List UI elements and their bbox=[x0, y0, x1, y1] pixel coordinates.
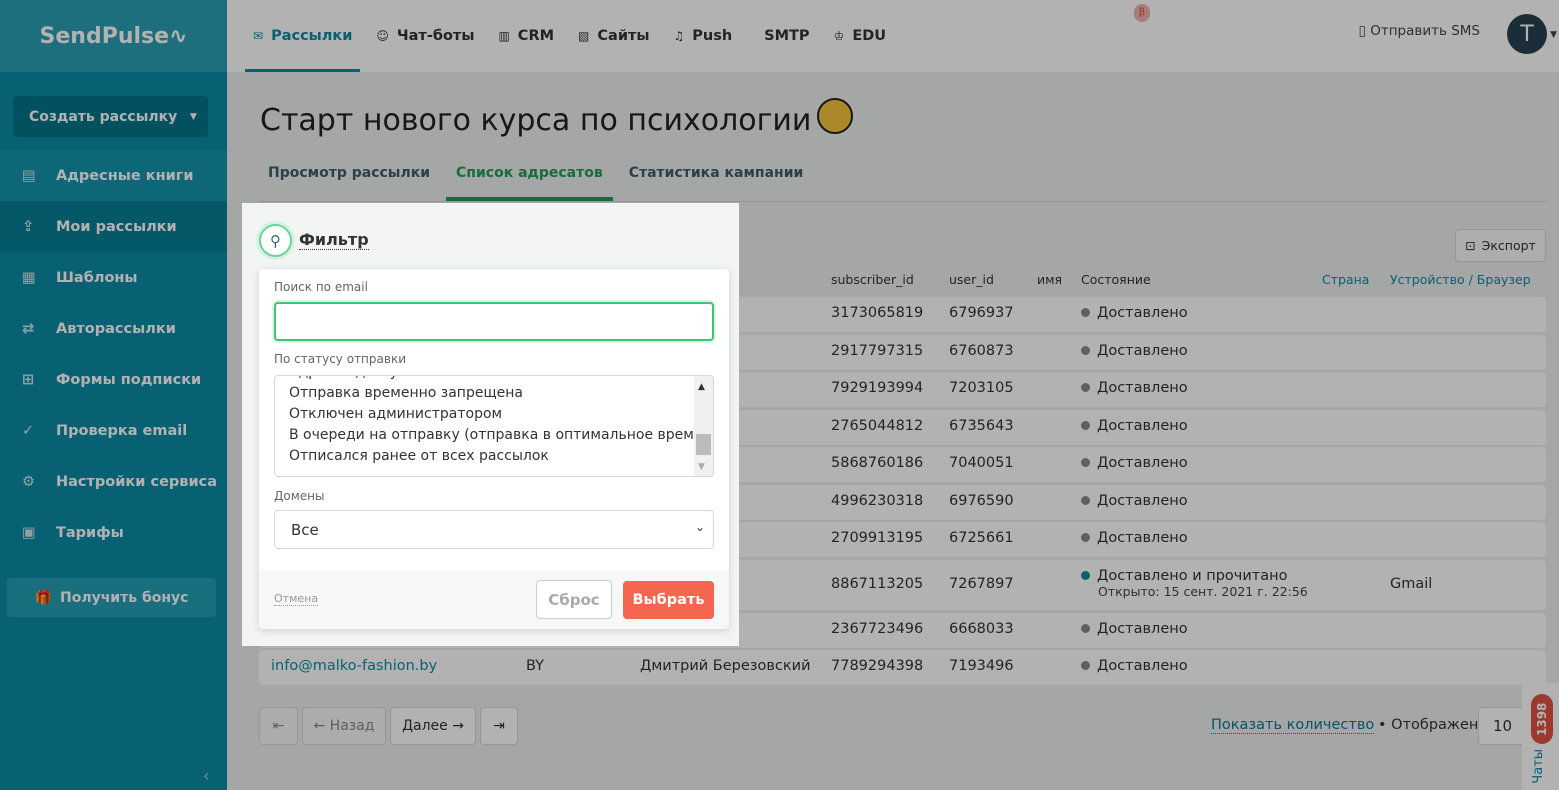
filter-panel: Поиск по email По статусу отправки Адрес… bbox=[259, 269, 729, 629]
modal-overlay[interactable] bbox=[0, 0, 1559, 790]
status-option[interactable]: Отправка временно запрещена bbox=[289, 385, 523, 401]
email-search-label: Поиск по email bbox=[274, 280, 368, 294]
scroll-thumb[interactable] bbox=[696, 434, 711, 455]
domains-label: Домены bbox=[274, 489, 325, 503]
status-option[interactable]: Отписался ранее от всех рассылок bbox=[289, 448, 549, 464]
status-label: По статусу отправки bbox=[274, 352, 406, 366]
status-option[interactable]: Отключен администратором bbox=[289, 406, 502, 422]
status-option[interactable]: Адрес недоступен bbox=[289, 376, 425, 380]
chevron-down-icon: ⌄ bbox=[694, 520, 705, 534]
status-listbox[interactable]: Адрес недоступен Отправка временно запрещ… bbox=[274, 375, 714, 477]
status-option[interactable]: В очереди на отправку (отправка в оптима… bbox=[289, 427, 708, 443]
filter-footer: Отмена Сброс Выбрать bbox=[259, 570, 729, 629]
filter-popup: ⚲ Фильтр Поиск по email По статусу отпра… bbox=[242, 203, 739, 646]
scroll-down-icon[interactable]: ▼ bbox=[698, 462, 705, 472]
search-icon[interactable]: ⚲ bbox=[259, 224, 292, 257]
email-search-input[interactable] bbox=[274, 302, 714, 341]
cancel-link[interactable]: Отмена bbox=[274, 592, 319, 606]
filter-toggle[interactable]: Фильтр bbox=[299, 230, 369, 250]
scroll-up-icon[interactable]: ▲ bbox=[698, 382, 705, 392]
scrollbar[interactable]: ▲ ▼ bbox=[694, 376, 713, 476]
apply-button[interactable]: Выбрать bbox=[623, 581, 714, 619]
domains-select[interactable]: Все ⌄ bbox=[274, 510, 714, 549]
reset-button[interactable]: Сброс bbox=[536, 580, 612, 619]
